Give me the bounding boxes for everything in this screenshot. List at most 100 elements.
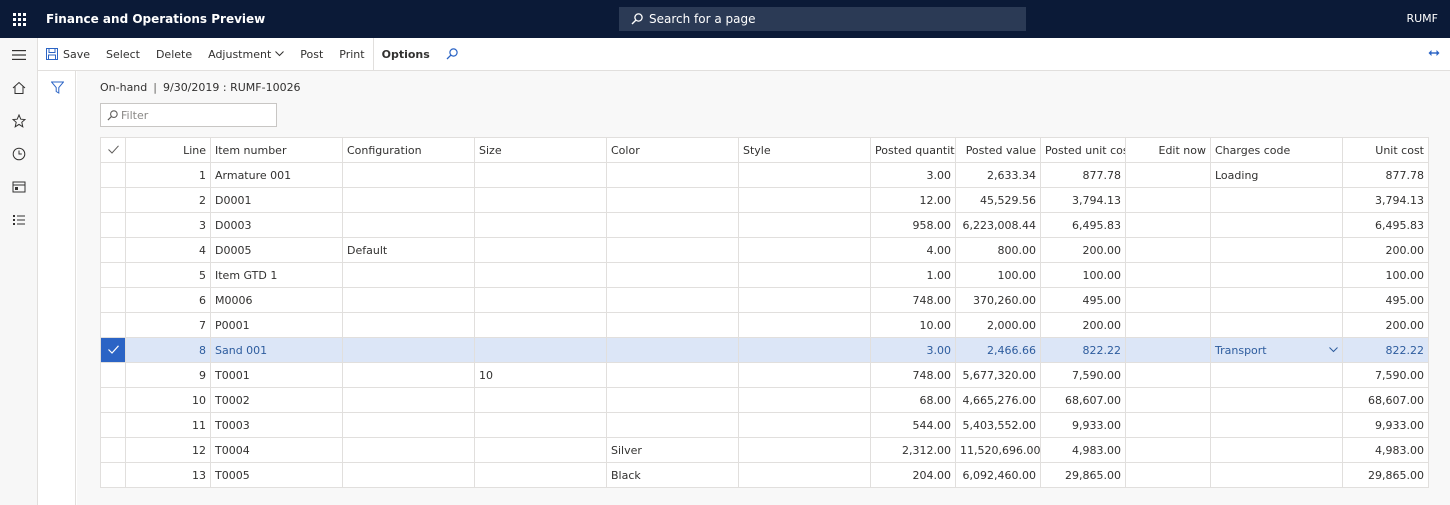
column-header-item-number[interactable]: Item number [210,137,343,163]
cell-charges-code[interactable] [1210,262,1343,288]
row-select-checkbox[interactable] [100,212,126,238]
cell-edit-now[interactable] [1125,262,1211,288]
cell-item-number[interactable]: Sand 001 [210,337,343,363]
cell-style[interactable] [738,237,871,263]
adjustment-menu-button[interactable]: Adjustment [200,38,292,71]
cell-posted-quantity[interactable]: 958.00 [870,212,956,238]
cell-item-number[interactable]: T0002 [210,387,343,413]
cell-posted-unit-cost[interactable]: 3,794.13 [1040,187,1126,213]
cell-color[interactable] [606,287,739,313]
cell-line[interactable]: 7 [125,312,211,338]
table-row[interactable]: 11 T0003 544.00 5,403,552.00 9,933.00 9,933.0… [100,412,1429,438]
cell-configuration[interactable] [342,187,475,213]
cell-edit-now[interactable] [1125,287,1211,313]
column-header-edit-now[interactable]: Edit now [1125,137,1211,163]
cell-posted-value[interactable]: 100.00 [955,262,1041,288]
cell-posted-unit-cost[interactable]: 877.78 [1040,162,1126,188]
cell-style[interactable] [738,262,871,288]
cell-posted-unit-cost[interactable]: 100.00 [1040,262,1126,288]
cell-posted-unit-cost[interactable]: 9,933.00 [1040,412,1126,438]
cell-configuration[interactable] [342,462,475,488]
cell-unit-cost[interactable]: 3,794.13 [1342,187,1429,213]
funnel-icon[interactable] [38,71,76,103]
cell-style[interactable] [738,437,871,463]
cell-posted-unit-cost[interactable]: 200.00 [1040,312,1126,338]
cell-line[interactable]: 10 [125,387,211,413]
hamburger-icon[interactable] [0,38,38,71]
cell-posted-quantity[interactable]: 3.00 [870,337,956,363]
cell-charges-code[interactable] [1210,437,1343,463]
cell-item-number[interactable]: D0003 [210,212,343,238]
cell-posted-value[interactable]: 45,529.56 [955,187,1041,213]
cell-edit-now[interactable] [1125,337,1211,363]
cell-posted-value[interactable]: 4,665,276.00 [955,387,1041,413]
cell-color[interactable]: Black [606,462,739,488]
cell-posted-value[interactable]: 5,403,552.00 [955,412,1041,438]
row-select-checkbox[interactable] [100,162,126,188]
cell-charges-code[interactable] [1210,387,1343,413]
cell-color[interactable] [606,212,739,238]
cell-unit-cost[interactable]: 100.00 [1342,262,1429,288]
delete-button[interactable]: Delete [148,38,200,71]
cell-posted-value[interactable]: 5,677,320.00 [955,362,1041,388]
cell-posted-value[interactable]: 2,000.00 [955,312,1041,338]
row-select-checkbox[interactable] [100,337,126,363]
cell-item-number[interactable]: Armature 001 [210,162,343,188]
table-row[interactable]: 13 T0005 Black 204.00 6,092,460.00 29,865.00 2… [100,462,1429,488]
post-button[interactable]: Post [292,38,331,71]
company-picker[interactable]: RUMF [1406,12,1438,25]
cell-posted-value[interactable]: 370,260.00 [955,287,1041,313]
row-select-checkbox[interactable] [100,312,126,338]
cell-charges-code[interactable] [1210,312,1343,338]
table-row[interactable]: 8 Sand 001 3.00 2,466.66 822.22 Transport 822.… [100,337,1429,363]
cell-unit-cost[interactable]: 200.00 [1342,312,1429,338]
cell-configuration[interactable] [342,337,475,363]
cell-color[interactable] [606,162,739,188]
app-launcher-waffle-icon[interactable] [0,0,38,38]
cell-line[interactable]: 5 [125,262,211,288]
app-title[interactable]: Finance and Operations Preview [46,12,265,26]
select-all-checkbox[interactable] [100,137,126,163]
cell-configuration[interactable] [342,362,475,388]
cell-configuration[interactable]: Default [342,237,475,263]
cell-configuration[interactable] [342,437,475,463]
cell-style[interactable] [738,462,871,488]
cell-posted-unit-cost[interactable]: 7,590.00 [1040,362,1126,388]
cell-line[interactable]: 6 [125,287,211,313]
cell-edit-now[interactable] [1125,237,1211,263]
cell-posted-value[interactable]: 2,633.34 [955,162,1041,188]
cell-style[interactable] [738,312,871,338]
home-icon[interactable] [0,71,38,104]
cell-style[interactable] [738,337,871,363]
cell-unit-cost[interactable]: 4,983.00 [1342,437,1429,463]
cell-color[interactable] [606,187,739,213]
cell-unit-cost[interactable]: 200.00 [1342,237,1429,263]
cell-charges-code[interactable] [1210,212,1343,238]
cell-edit-now[interactable] [1125,212,1211,238]
cell-edit-now[interactable] [1125,412,1211,438]
cell-item-number[interactable]: T0001 [210,362,343,388]
column-header-color[interactable]: Color [606,137,739,163]
cell-item-number[interactable]: T0005 [210,462,343,488]
cell-posted-unit-cost[interactable]: 495.00 [1040,287,1126,313]
print-button[interactable]: Print [331,38,372,71]
cell-configuration[interactable] [342,387,475,413]
expand-icon[interactable] [1428,48,1440,61]
cell-configuration[interactable] [342,212,475,238]
row-select-checkbox[interactable] [100,237,126,263]
cell-item-number[interactable]: Item GTD 1 [210,262,343,288]
cell-edit-now[interactable] [1125,437,1211,463]
row-select-checkbox[interactable] [100,412,126,438]
cell-unit-cost[interactable]: 7,590.00 [1342,362,1429,388]
cell-color[interactable] [606,237,739,263]
cell-size[interactable] [474,262,607,288]
cell-posted-quantity[interactable]: 204.00 [870,462,956,488]
cell-posted-quantity[interactable]: 4.00 [870,237,956,263]
cell-posted-unit-cost[interactable]: 4,983.00 [1040,437,1126,463]
cell-posted-quantity[interactable]: 1.00 [870,262,956,288]
cell-posted-quantity[interactable]: 12.00 [870,187,956,213]
cell-line[interactable]: 12 [125,437,211,463]
cell-posted-unit-cost[interactable]: 200.00 [1040,237,1126,263]
cell-posted-quantity[interactable]: 10.00 [870,312,956,338]
cell-posted-quantity[interactable]: 748.00 [870,362,956,388]
